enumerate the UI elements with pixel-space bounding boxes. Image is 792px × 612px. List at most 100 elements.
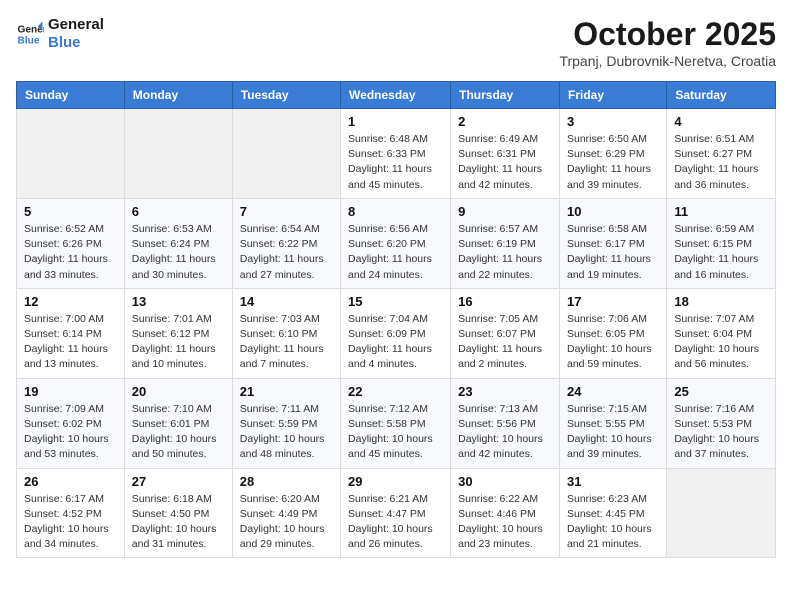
calendar-cell: 31 Sunrise: 6:23 AM Sunset: 4:45 PM Dayli… xyxy=(559,468,666,558)
day-info: Sunrise: 6:51 AM Sunset: 6:27 PM Dayligh… xyxy=(674,132,768,193)
day-info: Sunrise: 6:49 AM Sunset: 6:31 PM Dayligh… xyxy=(458,132,552,193)
day-info: Sunrise: 7:00 AM Sunset: 6:14 PM Dayligh… xyxy=(24,312,117,373)
day-number: 23 xyxy=(458,384,552,399)
col-header-friday: Friday xyxy=(559,82,666,109)
day-info: Sunrise: 7:15 AM Sunset: 5:55 PM Dayligh… xyxy=(567,402,659,463)
calendar-cell: 25 Sunrise: 7:16 AM Sunset: 5:53 PM Dayli… xyxy=(667,378,776,468)
day-info: Sunrise: 7:11 AM Sunset: 5:59 PM Dayligh… xyxy=(240,402,333,463)
day-info: Sunrise: 6:17 AM Sunset: 4:52 PM Dayligh… xyxy=(24,492,117,553)
day-number: 25 xyxy=(674,384,768,399)
calendar-cell xyxy=(232,109,340,199)
calendar-cell: 15 Sunrise: 7:04 AM Sunset: 6:09 PM Dayli… xyxy=(341,288,451,378)
day-number: 30 xyxy=(458,474,552,489)
day-info: Sunrise: 6:22 AM Sunset: 4:46 PM Dayligh… xyxy=(458,492,552,553)
day-info: Sunrise: 7:05 AM Sunset: 6:07 PM Dayligh… xyxy=(458,312,552,373)
week-row-4: 19 Sunrise: 7:09 AM Sunset: 6:02 PM Dayli… xyxy=(17,378,776,468)
day-number: 17 xyxy=(567,294,659,309)
day-number: 19 xyxy=(24,384,117,399)
logo: General Blue General Blue xyxy=(16,16,104,52)
day-number: 2 xyxy=(458,114,552,129)
day-info: Sunrise: 7:09 AM Sunset: 6:02 PM Dayligh… xyxy=(24,402,117,463)
day-number: 4 xyxy=(674,114,768,129)
day-number: 12 xyxy=(24,294,117,309)
calendar-cell: 1 Sunrise: 6:48 AM Sunset: 6:33 PM Daylig… xyxy=(341,109,451,199)
calendar-cell: 12 Sunrise: 7:00 AM Sunset: 6:14 PM Dayli… xyxy=(17,288,125,378)
calendar-cell: 16Sunrise: 7:05 AM Sunset: 6:07 PM Dayli… xyxy=(451,288,560,378)
day-number: 15 xyxy=(348,294,443,309)
calendar-cell: 30 Sunrise: 6:22 AM Sunset: 4:46 PM Dayli… xyxy=(451,468,560,558)
day-info: Sunrise: 6:20 AM Sunset: 4:49 PM Dayligh… xyxy=(240,492,333,553)
day-number: 10 xyxy=(567,204,659,219)
calendar-cell: 3 Sunrise: 6:50 AM Sunset: 6:29 PM Daylig… xyxy=(559,109,666,199)
day-number: 28 xyxy=(240,474,333,489)
day-info: Sunrise: 6:18 AM Sunset: 4:50 PM Dayligh… xyxy=(132,492,225,553)
calendar-cell: 21 Sunrise: 7:11 AM Sunset: 5:59 PM Dayli… xyxy=(232,378,340,468)
calendar-cell xyxy=(124,109,232,199)
day-info: Sunrise: 6:23 AM Sunset: 4:45 PM Dayligh… xyxy=(567,492,659,553)
day-number: 21 xyxy=(240,384,333,399)
day-info: Sunrise: 7:07 AM Sunset: 6:04 PM Dayligh… xyxy=(674,312,768,373)
calendar-cell: 27 Sunrise: 6:18 AM Sunset: 4:50 PM Dayli… xyxy=(124,468,232,558)
day-info: Sunrise: 7:04 AM Sunset: 6:09 PM Dayligh… xyxy=(348,312,443,373)
calendar-cell xyxy=(17,109,125,199)
calendar-cell: 14Sunrise: 7:03 AM Sunset: 6:10 PM Dayli… xyxy=(232,288,340,378)
logo-icon: General Blue xyxy=(16,20,44,48)
day-info: Sunrise: 6:48 AM Sunset: 6:33 PM Dayligh… xyxy=(348,132,443,193)
day-info: Sunrise: 6:58 AM Sunset: 6:17 PM Dayligh… xyxy=(567,222,659,283)
day-number: 1 xyxy=(348,114,443,129)
day-number: 31 xyxy=(567,474,659,489)
day-info: Sunrise: 7:10 AM Sunset: 6:01 PM Dayligh… xyxy=(132,402,225,463)
day-number: 24 xyxy=(567,384,659,399)
day-number: 29 xyxy=(348,474,443,489)
day-number: 22 xyxy=(348,384,443,399)
calendar-cell: 6 Sunrise: 6:53 AM Sunset: 6:24 PM Daylig… xyxy=(124,198,232,288)
month-title: October 2025 xyxy=(559,16,776,53)
calendar-cell: 24 Sunrise: 7:15 AM Sunset: 5:55 PM Dayli… xyxy=(559,378,666,468)
day-info: Sunrise: 6:50 AM Sunset: 6:29 PM Dayligh… xyxy=(567,132,659,193)
day-info: Sunrise: 7:12 AM Sunset: 5:58 PM Dayligh… xyxy=(348,402,443,463)
svg-text:Blue: Blue xyxy=(18,35,40,46)
calendar-cell: 13Sunrise: 7:01 AM Sunset: 6:12 PM Dayli… xyxy=(124,288,232,378)
day-info: Sunrise: 6:21 AM Sunset: 4:47 PM Dayligh… xyxy=(348,492,443,553)
col-header-monday: Monday xyxy=(124,82,232,109)
calendar-cell: 23 Sunrise: 7:13 AM Sunset: 5:56 PM Dayli… xyxy=(451,378,560,468)
day-number: 6 xyxy=(132,204,225,219)
day-number: 7 xyxy=(240,204,333,219)
col-header-tuesday: Tuesday xyxy=(232,82,340,109)
calendar-table: SundayMondayTuesdayWednesdayThursdayFrid… xyxy=(16,81,776,558)
col-header-thursday: Thursday xyxy=(451,82,560,109)
day-number: 18 xyxy=(674,294,768,309)
col-header-saturday: Saturday xyxy=(667,82,776,109)
page-header: General Blue General Blue October 2025 T… xyxy=(16,16,776,69)
day-info: Sunrise: 7:01 AM Sunset: 6:12 PM Dayligh… xyxy=(132,312,225,373)
day-info: Sunrise: 7:06 AM Sunset: 6:05 PM Dayligh… xyxy=(567,312,659,373)
day-number: 27 xyxy=(132,474,225,489)
calendar-cell: 10 Sunrise: 6:58 AM Sunset: 6:17 PM Dayli… xyxy=(559,198,666,288)
calendar-cell: 17 Sunrise: 7:06 AM Sunset: 6:05 PM Dayli… xyxy=(559,288,666,378)
calendar-cell: 26 Sunrise: 6:17 AM Sunset: 4:52 PM Dayli… xyxy=(17,468,125,558)
week-row-3: 12 Sunrise: 7:00 AM Sunset: 6:14 PM Dayli… xyxy=(17,288,776,378)
day-number: 20 xyxy=(132,384,225,399)
col-header-sunday: Sunday xyxy=(17,82,125,109)
week-row-1: 1 Sunrise: 6:48 AM Sunset: 6:33 PM Daylig… xyxy=(17,109,776,199)
day-info: Sunrise: 7:16 AM Sunset: 5:53 PM Dayligh… xyxy=(674,402,768,463)
day-number: 26 xyxy=(24,474,117,489)
week-row-5: 26 Sunrise: 6:17 AM Sunset: 4:52 PM Dayli… xyxy=(17,468,776,558)
logo-line2: Blue xyxy=(48,34,104,52)
day-info: Sunrise: 6:53 AM Sunset: 6:24 PM Dayligh… xyxy=(132,222,225,283)
location-subtitle: Trpanj, Dubrovnik-Neretva, Croatia xyxy=(559,53,776,69)
day-info: Sunrise: 7:13 AM Sunset: 5:56 PM Dayligh… xyxy=(458,402,552,463)
day-number: 3 xyxy=(567,114,659,129)
calendar-cell xyxy=(667,468,776,558)
calendar-cell: 19 Sunrise: 7:09 AM Sunset: 6:02 PM Dayli… xyxy=(17,378,125,468)
calendar-cell: 5 Sunrise: 6:52 AM Sunset: 6:26 PM Daylig… xyxy=(17,198,125,288)
day-number: 8 xyxy=(348,204,443,219)
day-info: Sunrise: 6:52 AM Sunset: 6:26 PM Dayligh… xyxy=(24,222,117,283)
calendar-cell: 28 Sunrise: 6:20 AM Sunset: 4:49 PM Dayli… xyxy=(232,468,340,558)
day-info: Sunrise: 6:59 AM Sunset: 6:15 PM Dayligh… xyxy=(674,222,768,283)
col-header-wednesday: Wednesday xyxy=(341,82,451,109)
day-number: 5 xyxy=(24,204,117,219)
calendar-cell: 29 Sunrise: 6:21 AM Sunset: 4:47 PM Dayli… xyxy=(341,468,451,558)
calendar-cell: 11Sunrise: 6:59 AM Sunset: 6:15 PM Dayli… xyxy=(667,198,776,288)
calendar-cell: 20 Sunrise: 7:10 AM Sunset: 6:01 PM Dayli… xyxy=(124,378,232,468)
